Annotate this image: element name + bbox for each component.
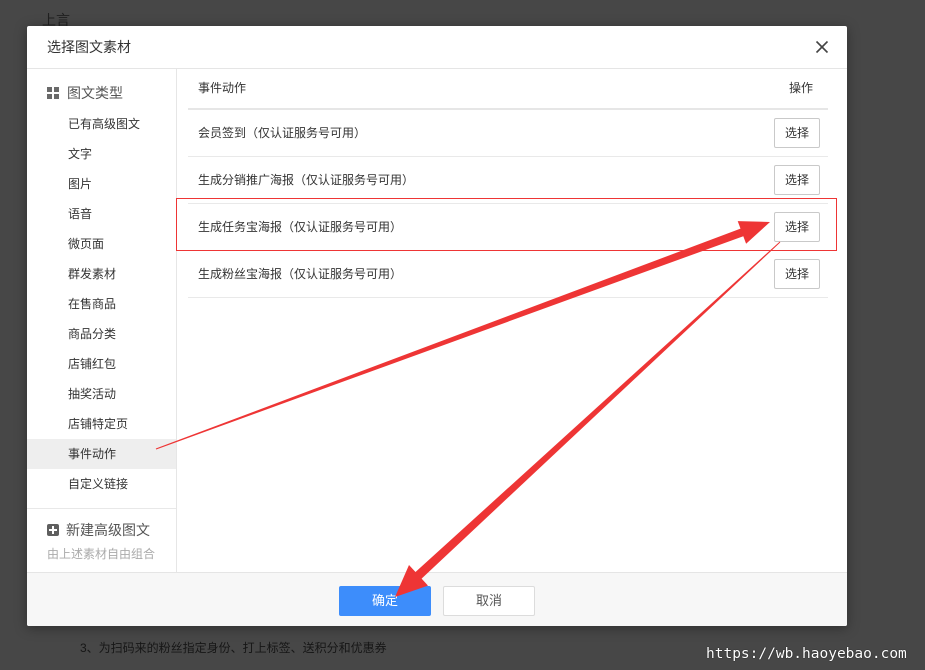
sidebar-item-micro-page[interactable]: 微页面 [27,229,176,259]
sidebar-item-products-on-sale[interactable]: 在售商品 [27,289,176,319]
sidebar-item-image[interactable]: 图片 [27,169,176,199]
sidebar-item-event-action[interactable]: 事件动作 [27,439,176,469]
select-button[interactable]: 选择 [774,212,820,242]
dialog-header: 选择图文素材 [27,26,847,69]
dialog-title: 选择图文素材 [47,39,131,55]
sidebar-item-mass-material[interactable]: 群发素材 [27,259,176,289]
create-advanced-news-button[interactable]: 新建高级图文 [27,519,176,541]
close-icon [815,40,829,54]
table-row: 生成任务宝海报（仅认证服务号可用） 选择 [188,204,828,251]
grid-icon [47,87,59,99]
row-name: 生成任务宝海报（仅认证服务号可用） [198,220,403,234]
column-header-event-action: 事件动作 [198,81,247,95]
select-button[interactable]: 选择 [774,259,820,289]
event-action-table: 事件动作 操作 会员签到（仅认证服务号可用） 选择 生成分销推广海报（仅认证服务… [188,69,828,298]
sidebar-item-text[interactable]: 文字 [27,139,176,169]
select-button[interactable]: 选择 [774,118,820,148]
table-header: 事件动作 操作 [188,69,828,110]
cancel-button[interactable]: 取消 [443,586,535,616]
table-row: 生成粉丝宝海报（仅认证服务号可用） 选择 [188,251,828,298]
sidebar-item-voice[interactable]: 语音 [27,199,176,229]
material-type-sidebar: 图文类型 已有高级图文 文字 图片 语音 微页面 群发素材 在售商品 商品分类 … [27,69,177,572]
create-advanced-news-label: 新建高级图文 [66,522,150,538]
sidebar-item-shop-red-packet[interactable]: 店铺红包 [27,349,176,379]
sidebar-item-shop-specific-page[interactable]: 店铺特定页 [27,409,176,439]
column-header-operation: 操作 [788,81,813,95]
sidebar-item-advanced-news[interactable]: 已有高级图文 [27,109,176,139]
plus-square-icon [47,524,59,536]
event-action-panel: 事件动作 操作 会员签到（仅认证服务号可用） 选择 生成分销推广海报（仅认证服务… [177,69,847,572]
table-row: 会员签到（仅认证服务号可用） 选择 [188,110,828,157]
dialog-body: 图文类型 已有高级图文 文字 图片 语音 微页面 群发素材 在售商品 商品分类 … [27,69,847,572]
select-button[interactable]: 选择 [774,165,820,195]
sidebar-header: 图文类型 [27,81,177,105]
screen: 上言 3、为扫码来的粉丝指定身份、打上标签、送积分和优惠券 https://wb… [0,0,925,670]
sidebar-header-label: 图文类型 [67,85,123,101]
sidebar-item-product-category[interactable]: 商品分类 [27,319,176,349]
table-row: 生成分销推广海报（仅认证服务号可用） 选择 [188,157,828,204]
dialog-footer: 确定 取消 [27,572,847,626]
row-name: 生成粉丝宝海报（仅认证服务号可用） [198,267,403,281]
select-material-dialog: 选择图文素材 图文类型 已有高级图文 文字 图片 语音 微页面 群发素材 在售商… [27,26,847,626]
sidebar-item-lottery[interactable]: 抽奖活动 [27,379,176,409]
row-name: 生成分销推广海报（仅认证服务号可用） [198,173,415,187]
row-name: 会员签到（仅认证服务号可用） [198,126,367,140]
create-hint: 由上述素材自由组合 [47,547,156,561]
sidebar-item-custom-link[interactable]: 自定义链接 [27,469,176,499]
close-button[interactable] [810,35,834,59]
sidebar-list: 已有高级图文 文字 图片 语音 微页面 群发素材 在售商品 商品分类 店铺红包 … [27,109,176,499]
sidebar-divider [27,508,176,509]
confirm-button[interactable]: 确定 [339,586,431,616]
watermark: https://wb.haoyebao.com [706,646,907,662]
background-page-text: 3、为扫码来的粉丝指定身份、打上标签、送积分和优惠券 [80,641,387,655]
